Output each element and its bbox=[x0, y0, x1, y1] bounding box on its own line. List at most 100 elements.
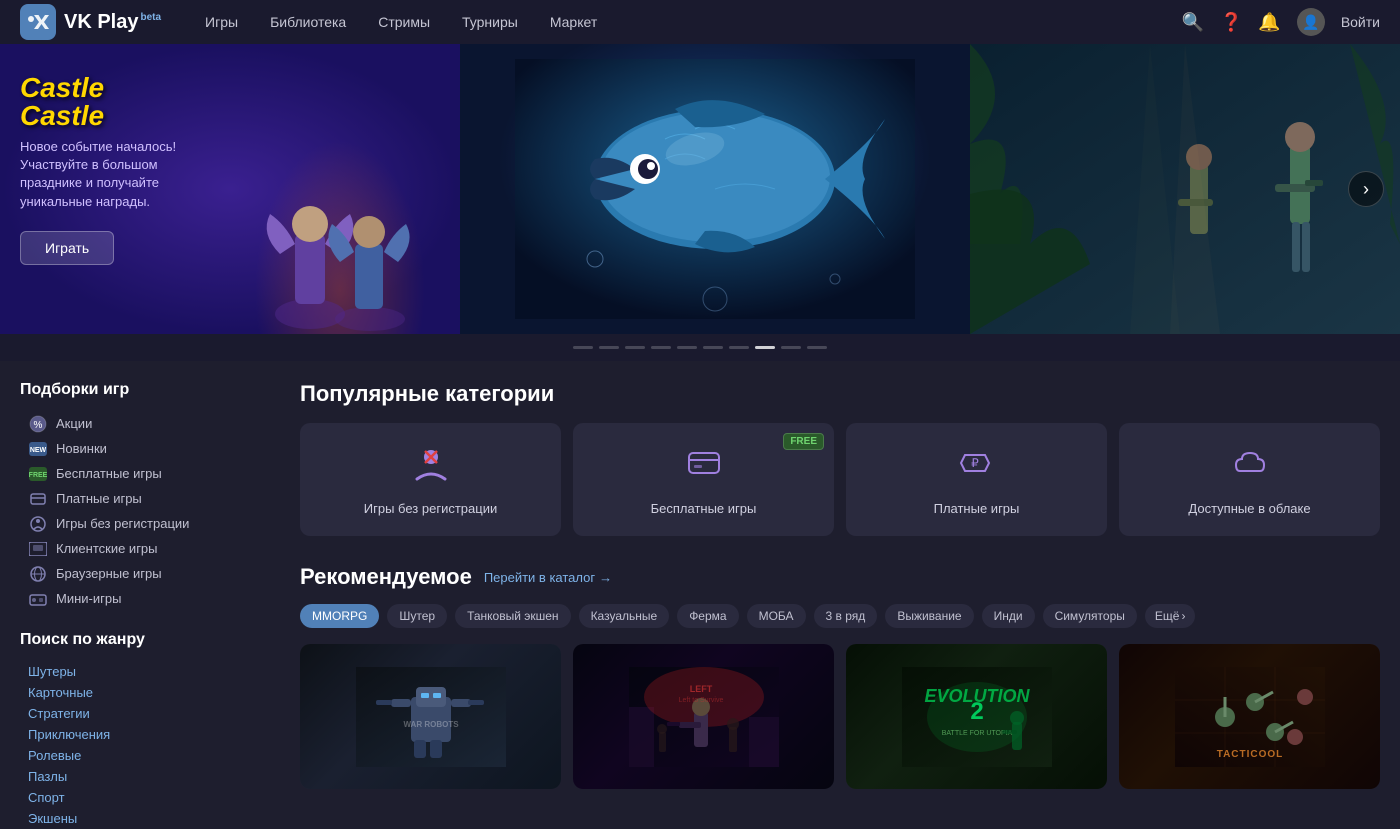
sidebar-label-noreg: Игры без регистрации bbox=[56, 516, 189, 531]
sidebar-item-free-games[interactable]: FREE Бесплатные игры bbox=[20, 461, 260, 486]
svg-text:%: % bbox=[34, 420, 43, 431]
dot-9[interactable] bbox=[807, 346, 827, 349]
sidebar-label-mini: Мини-игры bbox=[56, 591, 121, 606]
tag-moba[interactable]: МОБА bbox=[747, 604, 806, 628]
dot-0[interactable] bbox=[573, 346, 593, 349]
sidebar-item-novinski[interactable]: NEW Новинки bbox=[20, 436, 260, 461]
sidebar-label-akcii: Акции bbox=[56, 416, 92, 431]
hero-left-panel: Castle Castle Новое событие началось! Уч… bbox=[0, 44, 460, 334]
sidebar-item-akcii[interactable]: % Акции bbox=[20, 411, 260, 436]
games-grid: WAR ROBOTS War Robots Шутер bbox=[300, 644, 1380, 789]
dot-8[interactable] bbox=[781, 346, 801, 349]
fish-banner bbox=[460, 44, 970, 334]
dot-3[interactable] bbox=[651, 346, 671, 349]
nav-tournaments[interactable]: Турниры bbox=[448, 8, 532, 36]
evo2-thumb: EVOLUTION 2 BATTLE FOR UTOPIA bbox=[846, 644, 1107, 789]
tag-survival[interactable]: Выживание bbox=[885, 604, 973, 628]
svg-text:BATTLE FOR UTOPIA: BATTLE FOR UTOPIA bbox=[941, 730, 1012, 737]
help-icon[interactable]: ❓ bbox=[1220, 12, 1242, 33]
paid-label: Платные игры bbox=[934, 501, 1020, 516]
sidebar-item-paid[interactable]: Платные игры bbox=[20, 486, 260, 511]
logo-text: VK Playbeta bbox=[64, 11, 161, 34]
game-card-left-to-survive[interactable]: LEFT Left to Survive Left to Survive Шут… bbox=[573, 644, 834, 789]
logo[interactable]: VK Playbeta bbox=[20, 4, 161, 40]
tag-tank[interactable]: Танковый экшен bbox=[455, 604, 571, 628]
play-button[interactable]: Играть bbox=[20, 231, 114, 265]
tag-3row[interactable]: 3 в ряд bbox=[814, 604, 878, 628]
recommended-title: Рекомендуемое bbox=[300, 564, 472, 590]
hero-right-panel: › bbox=[970, 44, 1400, 334]
tag-sim[interactable]: Симуляторы bbox=[1043, 604, 1137, 628]
genre-tags: MMORPG Шутер Танковый экшен Казуальные Ф… bbox=[300, 604, 1380, 628]
tag-casual[interactable]: Казуальные bbox=[579, 604, 670, 628]
category-cloud[interactable]: Доступные в облаке bbox=[1119, 423, 1380, 536]
genre-link-sport[interactable]: Спорт bbox=[20, 787, 260, 808]
free-label: Бесплатные игры bbox=[651, 501, 757, 516]
dot-6[interactable] bbox=[729, 346, 749, 349]
dot-4[interactable] bbox=[677, 346, 697, 349]
no-reg-icon bbox=[411, 443, 451, 491]
categories-title: Популярные категории bbox=[300, 381, 1380, 407]
main-nav: Игры Библиотека Стримы Турниры Маркет bbox=[191, 8, 1182, 36]
notifications-icon[interactable]: 🔔 bbox=[1258, 12, 1280, 33]
genre-link-puzzle[interactable]: Пазлы bbox=[20, 766, 260, 787]
more-tags-button[interactable]: Ещё › bbox=[1145, 604, 1196, 628]
avatar[interactable]: 👤 bbox=[1297, 8, 1325, 36]
no-reg-label: Игры без регистрации bbox=[364, 501, 497, 516]
game-card-war-robots[interactable]: WAR ROBOTS War Robots Шутер bbox=[300, 644, 561, 789]
genre-link-rpg[interactable]: Ролевые bbox=[20, 745, 260, 766]
sidebar-item-noreg[interactable]: Игры без регистрации bbox=[20, 511, 260, 536]
free-icon bbox=[684, 443, 724, 491]
client-icon bbox=[28, 542, 48, 556]
hero-right-bg bbox=[970, 44, 1400, 334]
genre-link-card[interactable]: Карточные bbox=[20, 682, 260, 703]
svg-text:FREE: FREE bbox=[29, 472, 47, 479]
novinski-icon: NEW bbox=[28, 442, 48, 456]
svg-text:WAR ROBOTS: WAR ROBOTS bbox=[403, 720, 459, 729]
tag-shooter[interactable]: Шутер bbox=[387, 604, 447, 628]
content-area: Популярные категории Игры без регистраци… bbox=[280, 381, 1400, 829]
tag-mmorpg[interactable]: MMORPG bbox=[300, 604, 379, 628]
genre-link-strategy[interactable]: Стратегии bbox=[20, 703, 260, 724]
game-card-evo2[interactable]: EVOLUTION 2 BATTLE FOR UTOPIA Эволюция 2… bbox=[846, 644, 1107, 789]
category-paid[interactable]: ₽ Платные игры bbox=[846, 423, 1107, 536]
category-no-reg[interactable]: Игры без регистрации bbox=[300, 423, 561, 536]
categories-grid: Игры без регистрации FREE Бесплатные игр… bbox=[300, 423, 1380, 536]
sidebar-label-client: Клиентские игры bbox=[56, 541, 158, 556]
genre-link-action[interactable]: Экшены bbox=[20, 808, 260, 829]
hero-description: Новое событие началось! Участвуйте в бол… bbox=[20, 138, 220, 211]
nav-market[interactable]: Маркет bbox=[536, 8, 611, 36]
category-free[interactable]: FREE Бесплатные игры bbox=[573, 423, 834, 536]
next-slide-arrow[interactable]: › bbox=[1348, 171, 1384, 207]
genre-link-adventure[interactable]: Приключения bbox=[20, 724, 260, 745]
dot-5[interactable] bbox=[703, 346, 723, 349]
login-button[interactable]: Войти bbox=[1341, 14, 1380, 30]
sidebar-item-mini[interactable]: Мини-игры bbox=[20, 586, 260, 611]
catalog-link[interactable]: Перейти в каталог → bbox=[484, 570, 612, 585]
header-right: 🔍 ❓ 🔔 👤 Войти bbox=[1182, 8, 1380, 36]
tag-indie[interactable]: Инди bbox=[982, 604, 1035, 628]
cloud-icon bbox=[1230, 443, 1270, 491]
game-card-tacticool[interactable]: TACTICOOL Tacticool Экшен bbox=[1119, 644, 1380, 789]
dot-1[interactable] bbox=[599, 346, 619, 349]
dot-2[interactable] bbox=[625, 346, 645, 349]
genre-link-shooters[interactable]: Шутеры bbox=[20, 661, 260, 682]
nav-streams[interactable]: Стримы bbox=[364, 8, 444, 36]
cloud-label: Доступные в облаке bbox=[1188, 501, 1310, 516]
tacticool-thumb: TACTICOOL bbox=[1119, 644, 1380, 789]
sidebar-item-client[interactable]: Клиентские игры bbox=[20, 536, 260, 561]
recommended-header: Рекомендуемое Перейти в каталог → bbox=[300, 564, 1380, 590]
svg-text:NEW: NEW bbox=[30, 447, 47, 454]
sidebar-item-browser[interactable]: Браузерные игры bbox=[20, 561, 260, 586]
hero-banner: Castle Castle Новое событие началось! Уч… bbox=[0, 44, 1400, 334]
search-icon[interactable]: 🔍 bbox=[1182, 12, 1204, 33]
free-games-icon: FREE bbox=[28, 467, 48, 481]
svg-text:2: 2 bbox=[970, 698, 983, 725]
genre-section-title: Поиск по жанру bbox=[20, 631, 260, 649]
tag-farm[interactable]: Ферма bbox=[677, 604, 738, 628]
slide-dots bbox=[0, 334, 1400, 361]
nav-games[interactable]: Игры bbox=[191, 8, 252, 36]
nav-library[interactable]: Библиотека bbox=[256, 8, 360, 36]
sidebar-label-browser: Браузерные игры bbox=[56, 566, 162, 581]
dot-7[interactable] bbox=[755, 346, 775, 349]
